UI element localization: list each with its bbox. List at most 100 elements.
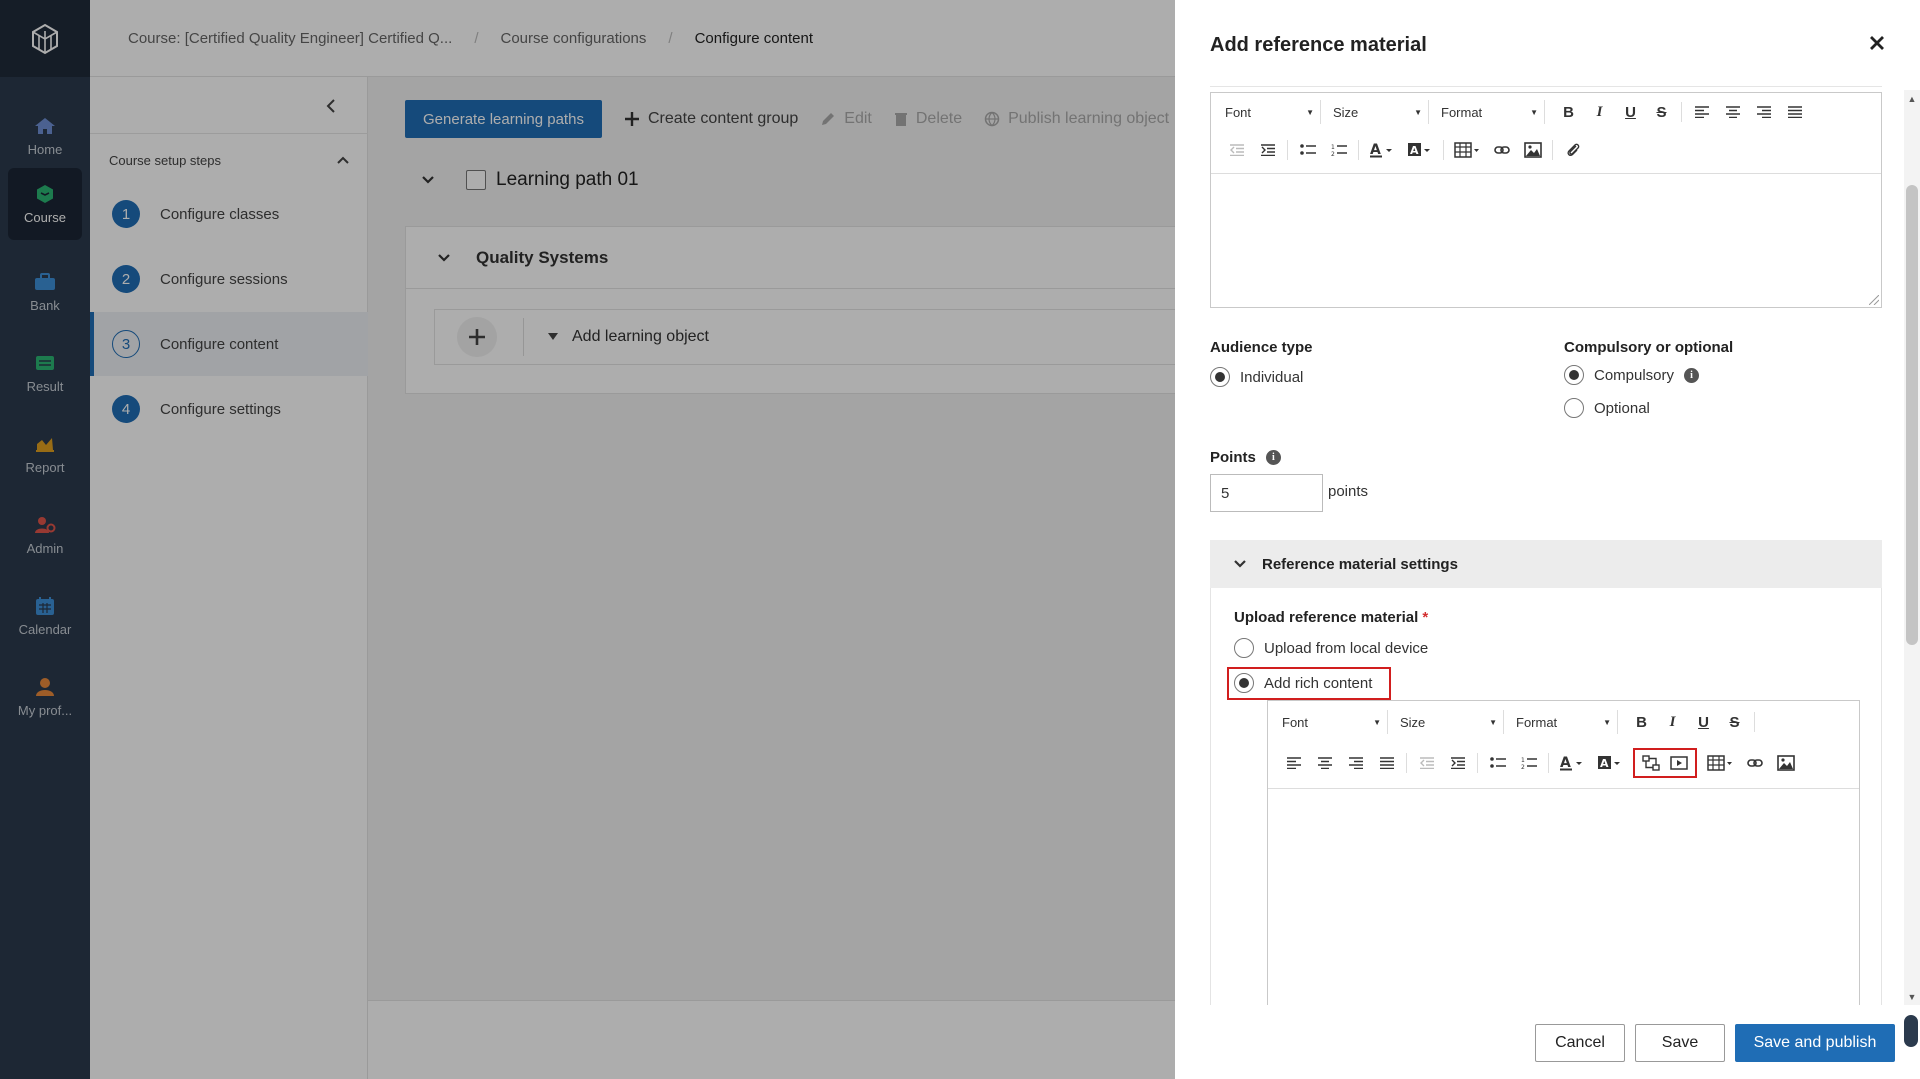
svg-text:A: A [1410,144,1419,157]
upload-local-device-radio[interactable]: Upload from local device [1234,638,1428,658]
chat-widget-icon[interactable] [1902,1013,1920,1049]
text-color-icon[interactable]: A [1553,750,1591,776]
cancel-button[interactable]: Cancel [1535,1024,1625,1062]
caret-down-icon: ▼ [1373,717,1381,727]
align-right-icon[interactable] [1748,99,1779,125]
chevron-down-icon [1234,560,1246,568]
caret-down-icon: ▼ [1306,107,1314,117]
toolbar-separator [1548,753,1549,773]
bullet-list-icon[interactable] [1482,750,1513,776]
align-right-icon[interactable] [1340,750,1371,776]
bold-icon[interactable]: B [1553,99,1584,125]
toolbar-separator [1477,753,1478,773]
size-select[interactable]: Size ▼ [1396,710,1504,734]
points-label-row: Points i [1210,449,1281,466]
format-select-label: Format [1516,714,1558,730]
underline-icon[interactable]: U [1615,99,1646,125]
underline-icon[interactable]: U [1688,709,1719,735]
add-reference-material-drawer: Add reference material Font ▼ Size ▼ Forma… [1175,0,1920,1079]
embed-tools-highlight [1633,748,1697,778]
radio-label: Add rich content [1264,674,1373,692]
indent-icon[interactable] [1442,750,1473,776]
toolbar-separator [1552,140,1553,160]
editor-toolbar-row: Font ▼ Size ▼ Format ▼ B I U S [1211,93,1881,131]
modal-overlay[interactable] [0,0,1175,1079]
italic-icon[interactable]: I [1584,99,1615,125]
audience-individual-radio[interactable]: Individual [1210,367,1303,387]
resize-handle-icon[interactable] [1869,295,1879,305]
background-color-icon[interactable]: A [1591,750,1629,776]
toolbar-separator [1287,140,1288,160]
scroll-up-icon[interactable]: ▲ [1904,94,1920,104]
radio-button[interactable] [1234,638,1254,658]
video-icon[interactable] [1665,750,1693,776]
image-icon[interactable] [1517,137,1548,163]
table-icon[interactable] [1701,750,1739,776]
toolbar-separator [1443,140,1444,160]
font-select-label: Font [1282,714,1309,730]
close-button[interactable] [1865,32,1889,56]
outdent-icon[interactable] [1411,750,1442,776]
format-select-label: Format [1441,104,1483,120]
sitemap-icon[interactable] [1637,750,1665,776]
save-button[interactable]: Save [1635,1024,1725,1062]
toolbar-separator [1681,102,1682,122]
reference-material-settings-header[interactable]: Reference material settings [1210,540,1882,588]
radio-button[interactable] [1564,365,1584,385]
strikethrough-icon[interactable]: S [1646,99,1677,125]
italic-icon[interactable]: I [1657,709,1688,735]
description-editor-area[interactable] [1211,174,1881,307]
drawer-title: Add reference material [1210,34,1427,56]
format-select[interactable]: Format ▼ [1437,100,1545,124]
strikethrough-icon[interactable]: S [1719,709,1750,735]
editor-toolbar-row: 12 A A [1268,743,1859,783]
info-icon[interactable]: i [1265,450,1281,465]
align-center-icon[interactable] [1309,750,1340,776]
image-icon[interactable] [1770,750,1801,776]
indent-icon[interactable] [1252,137,1283,163]
align-justify-icon[interactable] [1779,99,1810,125]
align-justify-icon[interactable] [1371,750,1402,776]
numbered-list-icon[interactable]: 12 [1323,137,1354,163]
toolbar-separator [1406,753,1407,773]
points-input[interactable] [1210,474,1323,512]
svg-text:1: 1 [1521,757,1525,764]
format-select[interactable]: Format ▼ [1512,710,1618,734]
description-editor: Font ▼ Size ▼ Format ▼ B I U S 12 A A [1210,92,1882,308]
link-icon[interactable] [1486,137,1517,163]
radio-button[interactable] [1234,673,1254,693]
background-color-icon[interactable]: A [1401,137,1439,163]
save-and-publish-button[interactable]: Save and publish [1735,1024,1895,1062]
rich-content-editor-area[interactable] [1268,789,1859,1011]
radio-label: Upload from local device [1264,639,1429,657]
compulsory-radio[interactable]: Compulsory i [1564,365,1700,385]
align-center-icon[interactable] [1717,99,1748,125]
optional-radio[interactable]: Optional [1564,398,1650,418]
scroll-down-icon[interactable]: ▼ [1904,992,1920,1002]
size-select[interactable]: Size ▼ [1329,100,1429,124]
scroll-thumb[interactable] [1906,185,1918,645]
editor-toolbar-row: Font ▼ Size ▼ Format ▼ B I U S [1268,701,1859,743]
align-left-icon[interactable] [1278,750,1309,776]
info-icon[interactable]: i [1684,367,1700,383]
radio-button[interactable] [1564,398,1584,418]
font-select[interactable]: Font ▼ [1221,100,1321,124]
add-rich-content-radio[interactable]: Add rich content [1234,673,1372,693]
upload-reference-material-label: Upload reference material * [1234,609,1428,626]
table-icon[interactable] [1448,137,1486,163]
text-color-icon[interactable]: A [1363,137,1401,163]
align-left-icon[interactable] [1686,99,1717,125]
numbered-list-icon[interactable]: 12 [1513,750,1544,776]
svg-text:1: 1 [1331,144,1335,151]
radio-button[interactable] [1210,367,1230,387]
svg-text:2: 2 [1331,151,1335,157]
attachment-icon[interactable] [1557,137,1588,163]
font-select[interactable]: Font ▼ [1278,710,1388,734]
radio-label: Compulsory [1594,366,1675,384]
caret-down-icon: ▼ [1603,717,1611,727]
outdent-icon[interactable] [1221,137,1252,163]
bullet-list-icon[interactable] [1292,137,1323,163]
upload-label-text: Upload reference material [1234,609,1419,626]
bold-icon[interactable]: B [1626,709,1657,735]
link-icon[interactable] [1739,750,1770,776]
